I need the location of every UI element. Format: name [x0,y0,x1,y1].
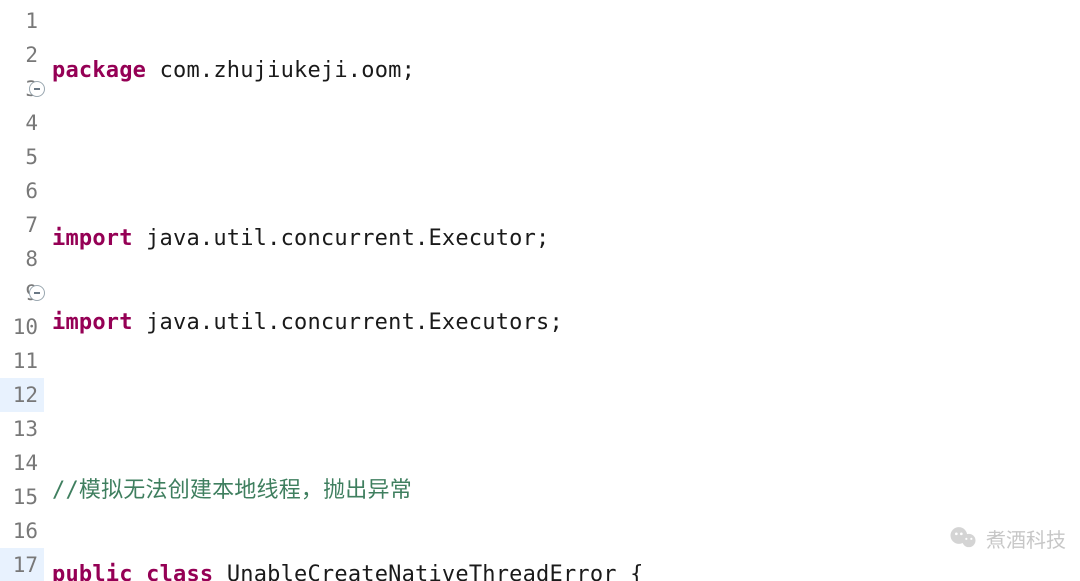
line-number: 12 [0,378,44,412]
line-number: 5 [0,140,44,174]
line-number: 6 [0,174,44,208]
code-line[interactable]: import java.util.concurrent.Executors; [52,306,1080,340]
fold-toggle-icon[interactable] [29,285,45,301]
watermark: 煮酒科技 [948,523,1066,553]
line-number: 1 [0,4,44,38]
line-number: 15 [0,480,44,514]
watermark-text: 煮酒科技 [986,524,1066,553]
gutter: 1 2 3 4 5 6 7 8 9 10 11 12 13 14 15 16 1… [0,0,44,581]
wechat-icon [948,523,978,553]
line-number: 10 [0,310,44,344]
line-number: 7 [0,208,44,242]
line-number: 4 [0,106,44,140]
line-number: 16 [0,514,44,548]
line-number: 11 [0,344,44,378]
code-area[interactable]: package com.zhujiukeji.oom; import java.… [44,0,1080,581]
code-line[interactable]: public class UnableCreateNativeThreadErr… [52,558,1080,581]
code-line[interactable]: import java.util.concurrent.Executor; [52,222,1080,256]
code-editor[interactable]: 1 2 3 4 5 6 7 8 9 10 11 12 13 14 15 16 1… [0,0,1080,581]
code-line[interactable]: package com.zhujiukeji.oom; [52,54,1080,88]
code-line[interactable] [52,138,1080,172]
fold-toggle-icon[interactable] [29,81,45,97]
line-number: 8 [0,242,44,276]
line-number: 14 [0,446,44,480]
line-number: 9 [0,276,44,310]
code-line[interactable] [52,390,1080,424]
line-number: 3 [0,72,44,106]
line-number: 17 [0,548,44,581]
line-number: 2 [0,38,44,72]
line-number: 13 [0,412,44,446]
code-line[interactable]: //模拟无法创建本地线程，抛出异常 [52,474,1080,508]
